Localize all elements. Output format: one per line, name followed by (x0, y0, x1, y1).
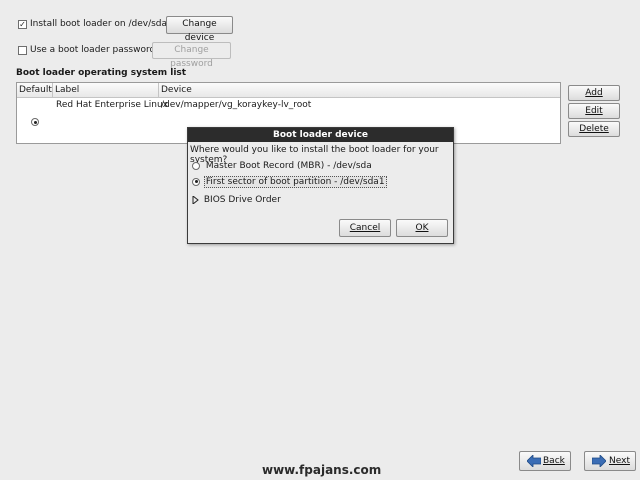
back-arrow-icon (527, 455, 541, 467)
column-separator (52, 83, 53, 98)
ok-button[interactable]: OK (396, 219, 448, 237)
next-button-label: Next (609, 456, 630, 466)
dialog-title: Boot loader device (188, 128, 453, 142)
column-header-default[interactable]: Default (19, 85, 52, 95)
bootloader-password-label: Use a boot loader password (30, 45, 156, 55)
watermark-text: www.fpajans.com (262, 463, 382, 477)
next-arrow-icon (592, 455, 606, 467)
column-header-label[interactable]: Label (55, 85, 79, 95)
edit-button[interactable]: Edit (568, 103, 620, 119)
boot-partition-radio[interactable] (192, 177, 200, 186)
mbr-option[interactable]: Master Boot Record (MBR) - /dev/sda (192, 161, 372, 171)
change-device-button[interactable]: Change device (166, 16, 233, 43)
table-header: Default Label Device (17, 83, 560, 98)
bios-drive-order-expander[interactable]: BIOS Drive Order (192, 194, 281, 205)
back-button-label: Back (543, 456, 565, 466)
bootloader-password-checkbox[interactable] (18, 46, 27, 55)
row-device: /dev/mapper/vg_koraykey-lv_root (161, 100, 312, 110)
bios-drive-order-label: BIOS Drive Order (203, 195, 281, 205)
boot-partition-option-label: First sector of boot partition - /dev/sd… (203, 176, 387, 188)
install-bootloader-label: Install boot loader on /dev/sda. (30, 19, 170, 29)
mbr-radio[interactable] (192, 161, 200, 170)
add-button[interactable]: Add (568, 85, 620, 101)
column-separator (158, 83, 159, 98)
cancel-button[interactable]: Cancel (339, 219, 391, 237)
next-button[interactable]: Next (584, 451, 636, 471)
change-password-button: Change password (152, 42, 231, 69)
mbr-option-label: Master Boot Record (MBR) - /dev/sda (205, 161, 372, 171)
column-header-device[interactable]: Device (161, 85, 192, 95)
delete-button[interactable]: Delete (568, 121, 620, 137)
boot-partition-option[interactable]: First sector of boot partition - /dev/sd… (192, 176, 387, 188)
row-label: Red Hat Enterprise Linux (56, 100, 169, 110)
boot-loader-device-dialog: Boot loader device Where would you like … (187, 127, 454, 244)
back-button[interactable]: Back (519, 451, 571, 471)
install-bootloader-checkbox[interactable]: ✓ (18, 20, 27, 29)
expander-arrow-icon (192, 194, 199, 205)
os-list-heading: Boot loader operating system list (16, 68, 187, 78)
